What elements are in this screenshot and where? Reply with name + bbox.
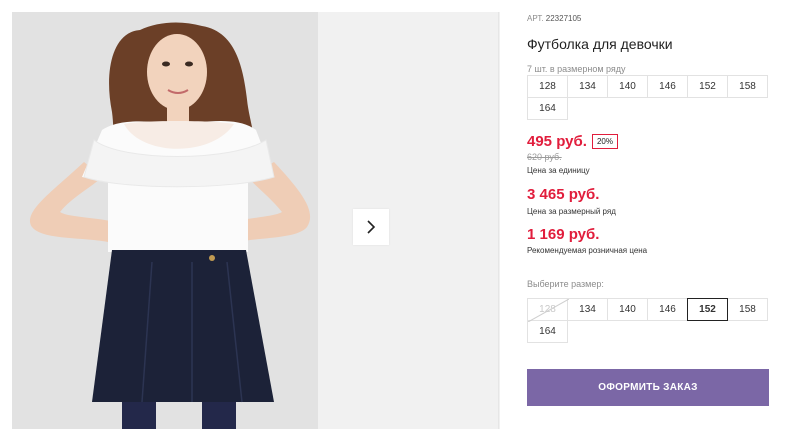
range-size-cell: 164	[527, 97, 568, 120]
size-option-152[interactable]: 152	[687, 298, 728, 321]
size-selector: 128 134 140 146 152 158 164	[527, 298, 773, 343]
size-option-label: 152	[699, 304, 716, 315]
product-photo[interactable]	[12, 12, 318, 429]
range-size-cell: 152	[687, 75, 728, 98]
size-option-158[interactable]: 158	[727, 298, 768, 321]
range-size-cell: 140	[607, 75, 648, 98]
range-size-cell: 146	[647, 75, 688, 98]
size-option-label: 146	[659, 304, 676, 315]
strike-through-icon	[528, 299, 569, 322]
unit-price-line: 495 руб. 20%	[527, 133, 618, 150]
range-price-caption: Цена за размерный ряд	[527, 207, 616, 216]
product-gallery	[12, 12, 500, 429]
range-size-cell: 128	[527, 75, 568, 98]
chevron-right-icon	[367, 220, 376, 234]
size-option-164[interactable]: 164	[527, 320, 568, 343]
size-option-label: 164	[539, 326, 556, 337]
unit-price-caption: Цена за единицу	[527, 166, 590, 175]
retail-price: 1 169 руб.	[527, 226, 600, 243]
range-price: 3 465 руб.	[527, 186, 600, 203]
old-price: 620 руб.	[527, 152, 562, 162]
size-option-146[interactable]: 146	[647, 298, 688, 321]
range-size-cell: 134	[567, 75, 608, 98]
size-option-label: 158	[739, 304, 756, 315]
sku-value: 22327105	[545, 14, 582, 23]
size-range-note: 7 шт. в размерном ряду	[527, 64, 626, 74]
range-size-cell: 158	[727, 75, 768, 98]
size-option-140[interactable]: 140	[607, 298, 648, 321]
size-option-label: 140	[619, 304, 636, 315]
retail-price-line: 1 169 руб.	[527, 226, 599, 243]
divider	[498, 12, 499, 429]
discount-badge: 20%	[591, 134, 618, 149]
range-price-line: 3 465 руб.	[527, 186, 599, 203]
product-photo-illustration	[12, 12, 318, 429]
size-range-grid: 128 134 140 146 152 158 164	[527, 75, 773, 120]
unit-price: 495 руб.	[527, 133, 587, 150]
size-option-128: 128	[527, 298, 569, 322]
product-title: Футболка для девочки	[527, 36, 673, 52]
order-button[interactable]: ОФОРМИТЬ ЗАКАЗ	[527, 369, 769, 406]
sku: АРТ. 22327105	[527, 14, 581, 23]
size-option-label: 134	[579, 304, 596, 315]
retail-price-caption: Рекомендуемая розничная цена	[527, 246, 648, 255]
choose-size-label: Выберите размер:	[527, 279, 604, 289]
next-image-button[interactable]	[353, 209, 389, 245]
sku-label: АРТ.	[527, 14, 544, 23]
size-option-134[interactable]: 134	[567, 298, 608, 321]
